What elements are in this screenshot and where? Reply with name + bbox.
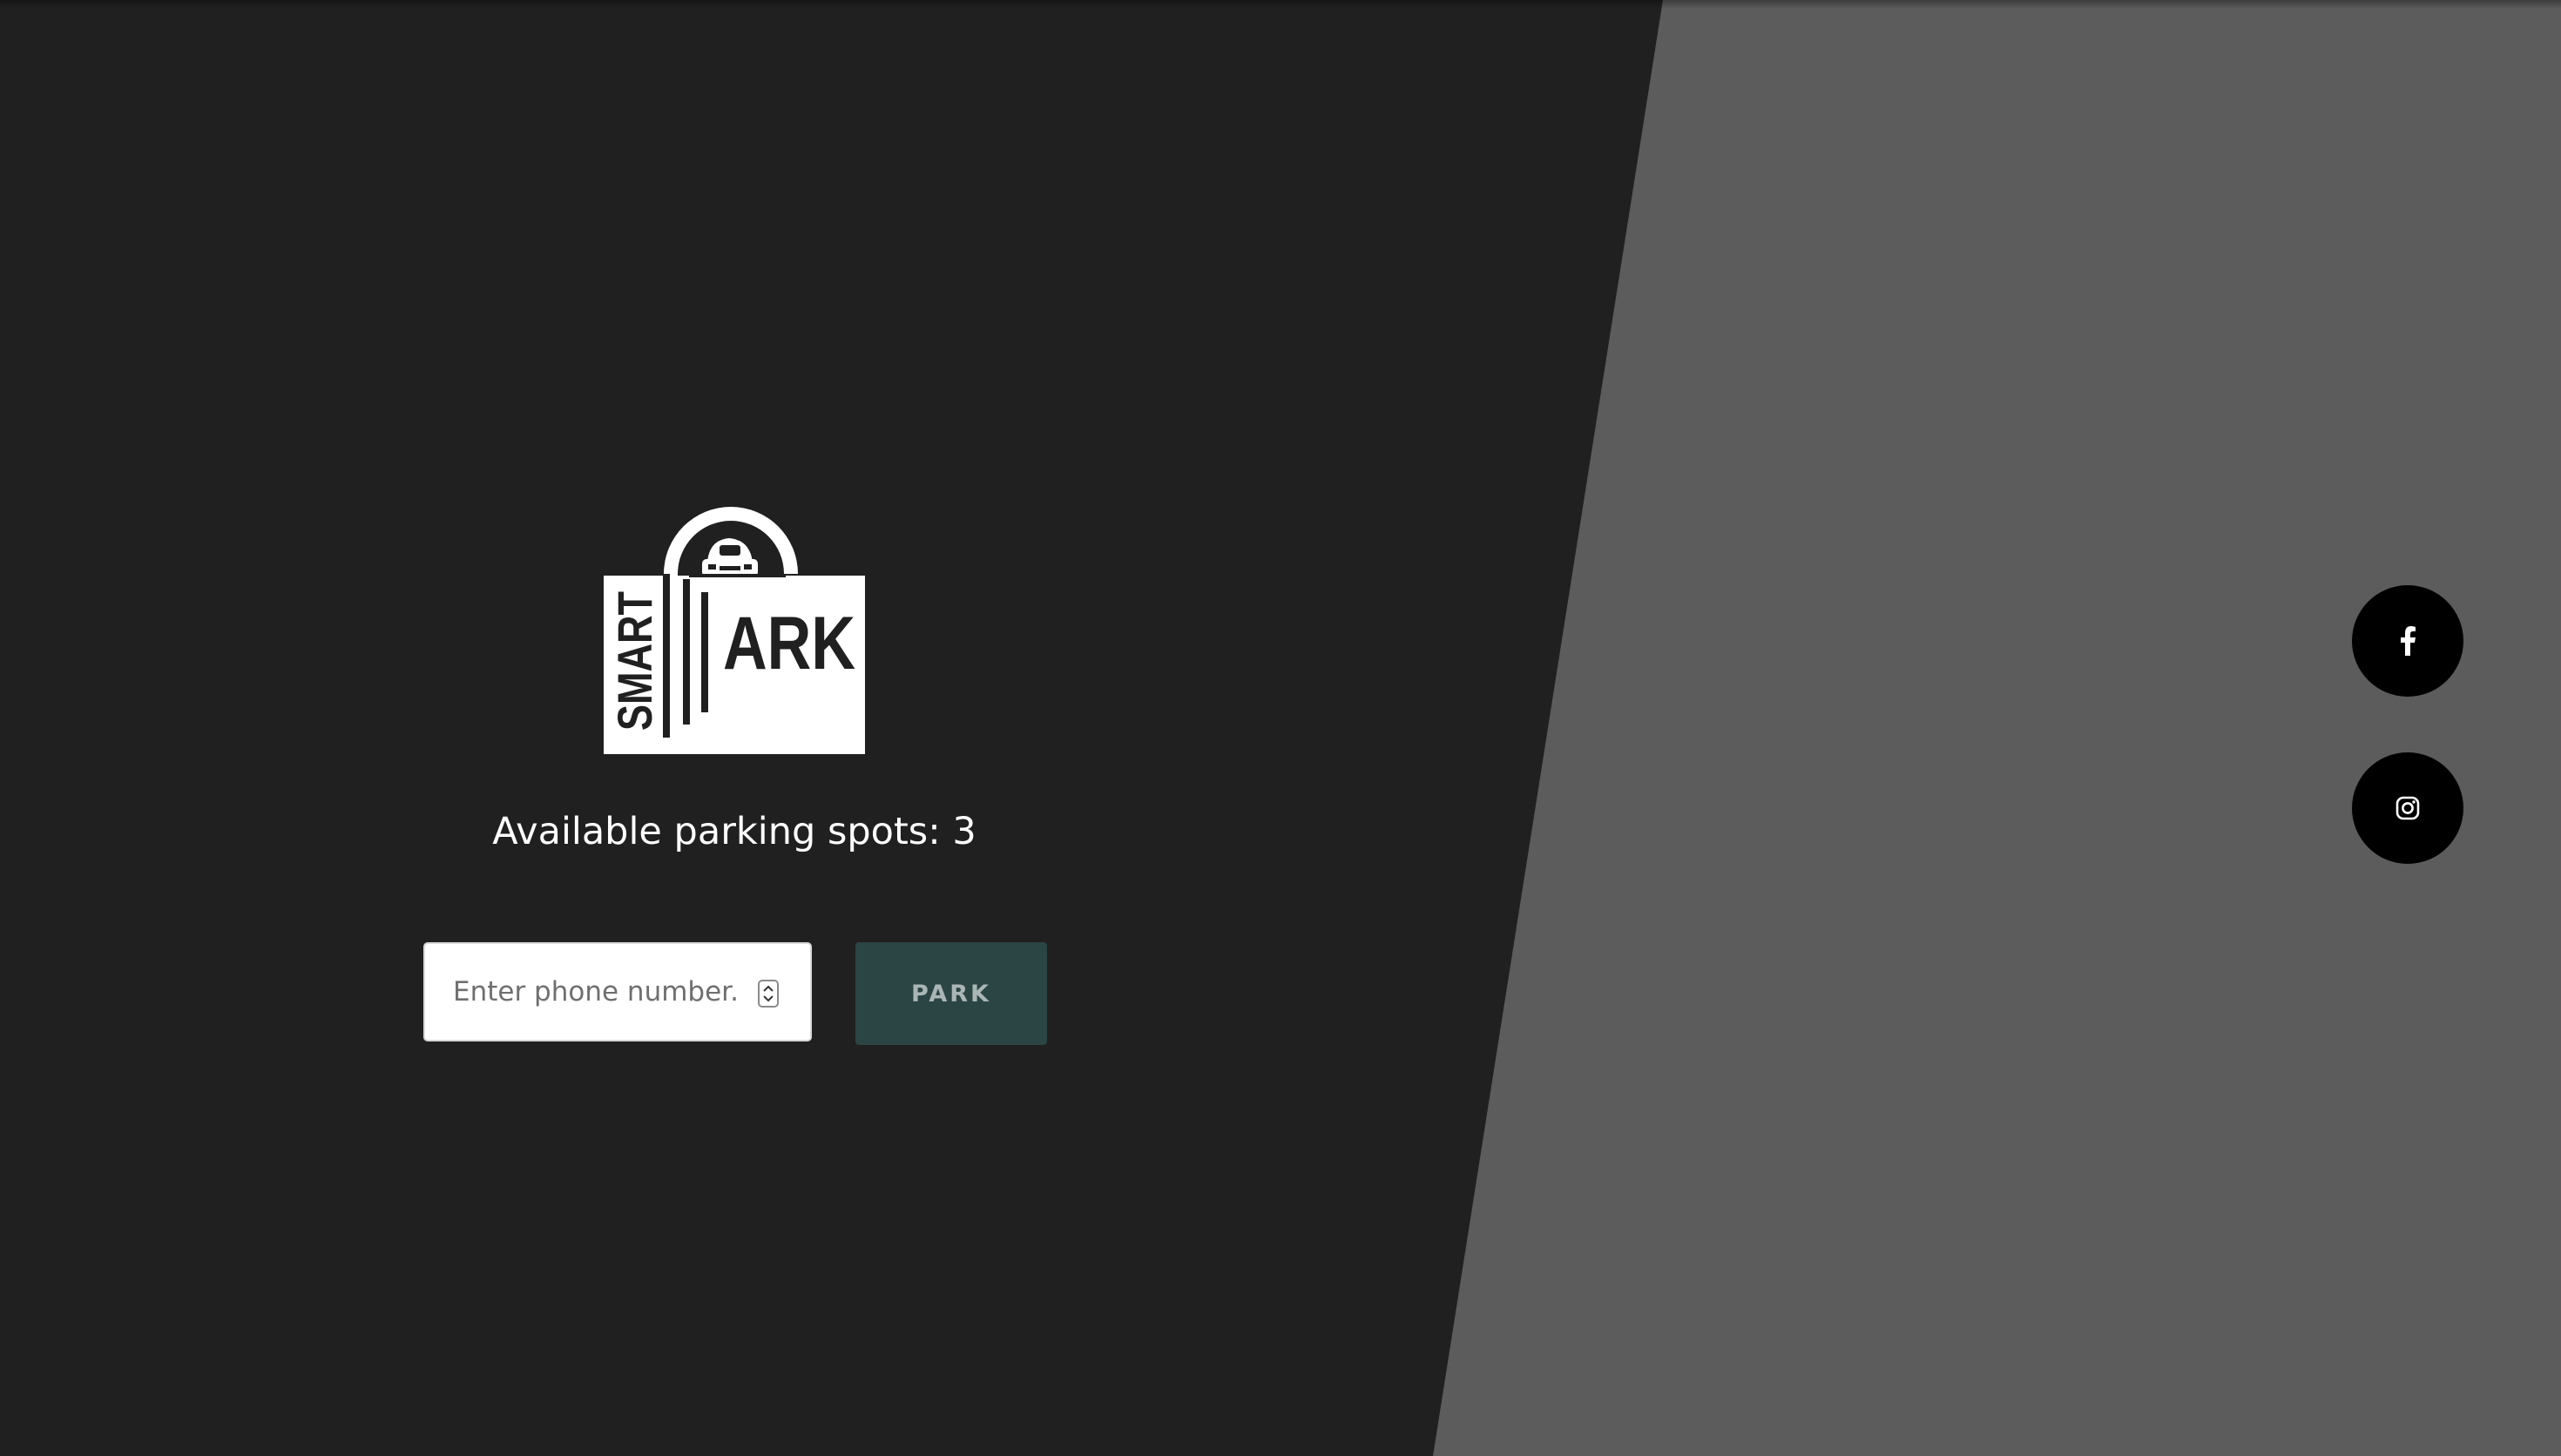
facebook-icon	[2401, 626, 2416, 656]
facebook-button[interactable]	[2352, 585, 2463, 697]
dark-background-panel	[0, 0, 1663, 1456]
available-spots-text: Available parking spots: 3	[492, 810, 976, 853]
park-button[interactable]: PARK	[855, 942, 1047, 1045]
spinner-arrows-icon	[763, 985, 774, 1002]
smart-park-logo: SMART ARK	[604, 507, 865, 754]
phone-number-input[interactable]	[425, 944, 739, 1040]
instagram-icon	[2395, 796, 2420, 820]
car-icon	[702, 538, 758, 576]
phone-input-container	[423, 942, 812, 1041]
logo-smart-text: SMART	[607, 591, 662, 731]
logo-ark-text: ARK	[723, 602, 855, 685]
instagram-button[interactable]	[2352, 752, 2463, 864]
top-shadow	[0, 0, 2561, 9]
number-spinner[interactable]	[758, 980, 779, 1008]
